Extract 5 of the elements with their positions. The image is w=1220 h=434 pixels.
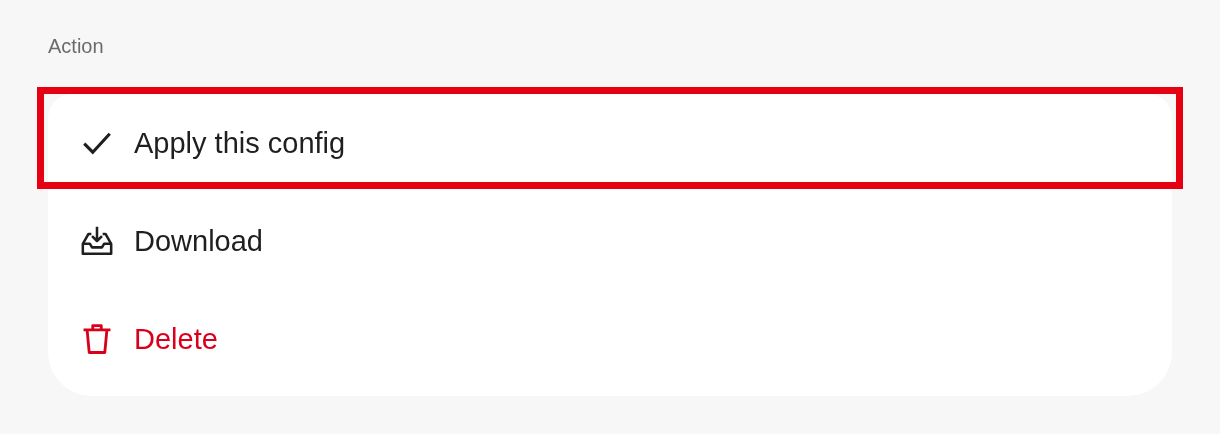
section-label: Action (48, 34, 104, 59)
tray-download-icon (80, 224, 114, 258)
menu-item[interactable]: Delete (134, 322, 218, 356)
menu-item[interactable]: Apply this config (134, 126, 346, 160)
menu-item[interactable]: Download (134, 224, 263, 258)
